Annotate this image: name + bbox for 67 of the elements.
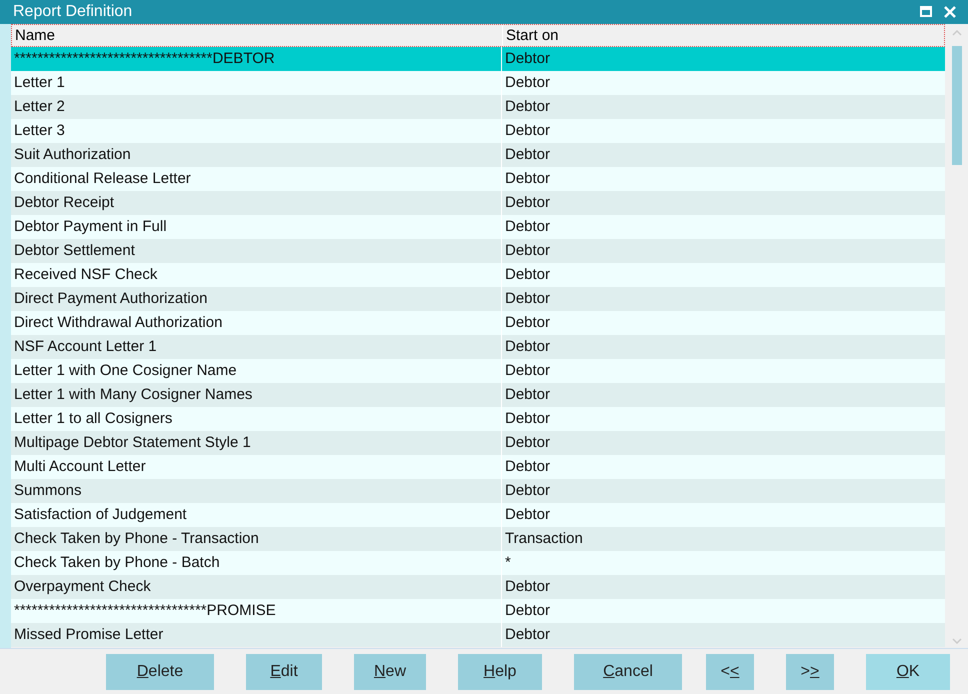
- table-row[interactable]: Suit Authorization Debtor: [11, 143, 945, 167]
- table-row[interactable]: Summons Debtor: [11, 479, 945, 503]
- column-header[interactable]: Start on: [503, 25, 944, 46]
- table-row[interactable]: Multi Account Letter Debtor: [11, 455, 945, 479]
- table-cell-text: Debtor: [504, 49, 552, 69]
- table-cell-text: Debtor: [504, 625, 552, 645]
- table-row[interactable]: Received NSF Check Debtor: [11, 263, 945, 287]
- table-row[interactable]: Direct Withdrawal Authorization Debtor: [11, 311, 945, 335]
- table-cell-text: Debtor: [504, 97, 552, 117]
- table-cell-text: Debtor: [504, 313, 552, 333]
- scroll-up-icon[interactable]: [952, 30, 962, 36]
- column-header[interactable]: Name: [12, 25, 503, 46]
- scroll-down-icon[interactable]: [952, 638, 962, 644]
- table-cell-text: Debtor: [504, 121, 552, 141]
- table-cell-text: Debtor: [504, 265, 552, 285]
- table-row[interactable]: Debtor Settlement Debtor: [11, 239, 945, 263]
- button[interactable]: >>: [786, 654, 834, 690]
- table-row[interactable]: Direct Payment Authorization Debtor: [11, 287, 945, 311]
- button[interactable]: Edit: [246, 654, 322, 690]
- table-cell-text: Debtor: [504, 601, 552, 621]
- table-row[interactable]: Check Taken by Phone - Transaction Transaction: [11, 527, 945, 551]
- table-cell-text: Debtor: [504, 337, 552, 357]
- table-cell-text: Debtor: [504, 145, 552, 165]
- table-row[interactable]: Letter 1 to all Cosigners Debtor: [11, 407, 945, 431]
- table-row[interactable]: Debtor Payment in Full Debtor: [11, 215, 945, 239]
- table-cell-text: Debtor: [504, 385, 552, 405]
- table-cell-text: Transaction: [504, 529, 584, 549]
- button[interactable]: New: [354, 654, 426, 690]
- table-row[interactable]: **********************************DEBTOR Debtor: [11, 47, 945, 71]
- maximize-icon[interactable]: [920, 6, 932, 18]
- table-cell-text: Debtor: [504, 169, 552, 189]
- table-row[interactable]: Letter 1 with Many Cosigner Names Debtor: [11, 383, 945, 407]
- table-row[interactable]: Letter 3 Debtor: [11, 119, 945, 143]
- button[interactable]: OK: [866, 654, 950, 690]
- table-row[interactable]: Letter 1 Debtor: [11, 71, 945, 95]
- table-row[interactable]: Satisfaction of Judgement Debtor: [11, 503, 945, 527]
- table-cell-text: Debtor: [504, 289, 552, 309]
- button[interactable]: Help: [458, 654, 542, 690]
- table-cell-text: Debtor: [504, 217, 552, 237]
- table-cell-text: Debtor: [504, 361, 552, 381]
- table-cell-text: Debtor: [504, 241, 552, 261]
- table-row[interactable]: Check Taken by Phone - Batch *: [11, 551, 945, 575]
- table-cell-text: Debtor: [504, 481, 552, 501]
- table-row[interactable]: Multipage Debtor Statement Style 1 Debtor: [11, 431, 945, 455]
- table-row[interactable]: Conditional Release Letter Debtor: [11, 167, 945, 191]
- button[interactable]: Cancel: [574, 654, 682, 690]
- table-cell-text: Debtor: [504, 577, 552, 597]
- table-cell-text: Debtor: [504, 457, 552, 477]
- button[interactable]: <<: [706, 654, 754, 690]
- table-row[interactable]: Missed Promise Letter Debtor: [11, 623, 945, 647]
- table-row[interactable]: Debtor Receipt Debtor: [11, 191, 945, 215]
- table-row[interactable]: *********************************PROMISE Debtor: [11, 599, 945, 623]
- table-cell-text: *: [504, 553, 512, 573]
- table-cell-text: Debtor: [504, 433, 552, 453]
- table-row[interactable]: NSF Account Letter 1 Debtor: [11, 335, 945, 359]
- table-cell-text: Debtor: [504, 193, 552, 213]
- table-cell-text: Debtor: [504, 409, 552, 429]
- table-row[interactable]: Overpayment Check Debtor: [11, 575, 945, 599]
- window-title: Report Definition: [13, 3, 134, 21]
- table-cell-text: Debtor: [504, 73, 552, 93]
- button[interactable]: Delete: [106, 654, 214, 690]
- table-cell-text: Debtor: [504, 505, 552, 525]
- table-row[interactable]: Letter 2 Debtor: [11, 95, 945, 119]
- scrollbar-thumb[interactable]: [952, 46, 962, 165]
- table-cell: Missed Promise Letter: [11, 623, 502, 647]
- close-icon[interactable]: [944, 6, 956, 18]
- table-row[interactable]: Letter 1 with One Cosigner Name Debtor: [11, 359, 945, 383]
